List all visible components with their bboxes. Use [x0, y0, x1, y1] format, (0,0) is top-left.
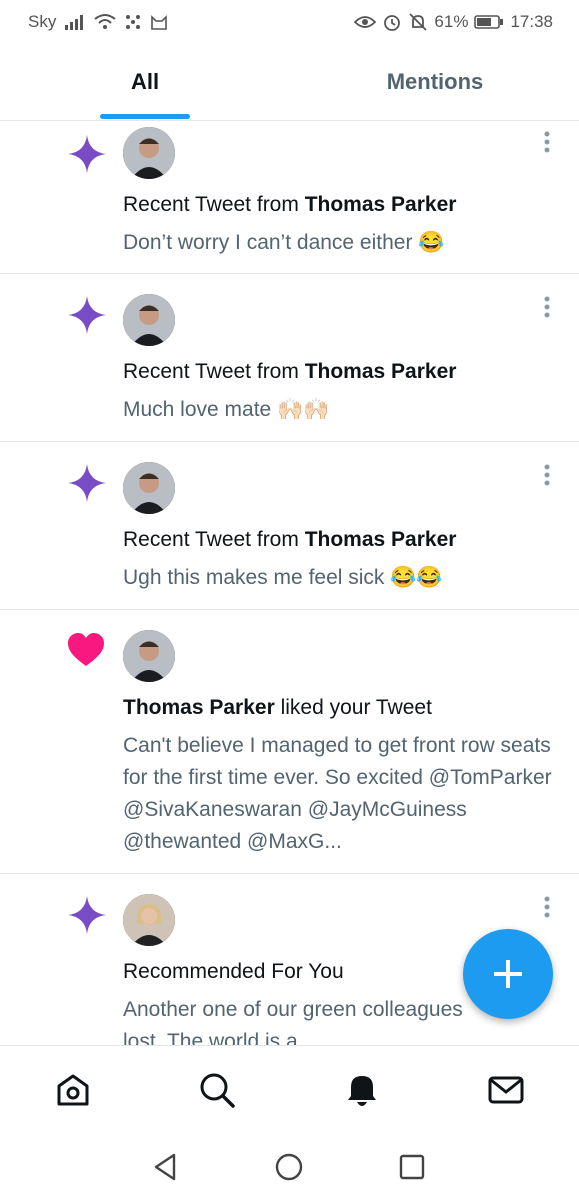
- notification-item[interactable]: Recent Tweet from Thomas Parker Much lov…: [0, 274, 579, 442]
- battery-icon: [474, 15, 504, 29]
- notification-body: Can't believe I managed to get front row…: [123, 734, 552, 853]
- more-options-icon[interactable]: [537, 129, 557, 159]
- clock: 17:38: [510, 12, 553, 31]
- sparkle-icon: [68, 464, 106, 502]
- notification-body: Another one of our green colleagues lost…: [123, 998, 463, 1045]
- avatar[interactable]: [123, 630, 175, 682]
- search-icon[interactable]: [197, 1070, 237, 1110]
- carrier-label: Sky: [28, 12, 57, 31]
- compose-tweet-button[interactable]: [463, 929, 553, 1019]
- more-options-icon[interactable]: [537, 894, 557, 924]
- notification-item[interactable]: Recent Tweet from Thomas Parker Ugh this…: [0, 442, 579, 610]
- tab-mentions[interactable]: Mentions: [320, 44, 550, 120]
- notifications-icon[interactable]: [342, 1070, 382, 1110]
- notification-body: Much love mate 🙌🏻🙌🏻: [123, 398, 330, 421]
- sparkle-icon: [68, 296, 106, 334]
- eye-icon: [354, 16, 377, 28]
- notification-title: Thomas Parker liked your Tweet: [123, 696, 432, 719]
- bottom-navigation: [0, 1045, 579, 1136]
- avatar[interactable]: [123, 294, 175, 346]
- battery-percent: 61%: [434, 12, 469, 31]
- more-options-icon[interactable]: [537, 294, 557, 324]
- notification-body: Ugh this makes me feel sick 😂😂: [123, 566, 443, 589]
- tab-all[interactable]: All: [60, 44, 230, 120]
- bell-off-icon: [409, 13, 428, 31]
- avatar[interactable]: [123, 127, 175, 179]
- status-bar: Sky 61% 17:38: [0, 0, 579, 44]
- messages-icon[interactable]: [486, 1070, 526, 1110]
- more-options-icon[interactable]: [537, 462, 557, 492]
- sparkle-icon: [68, 135, 106, 173]
- notification-item[interactable]: Thomas Parker liked your Tweet Can't bel…: [0, 610, 579, 874]
- notification-title: Recent Tweet from Thomas Parker: [123, 193, 457, 216]
- recents-icon[interactable]: [396, 1151, 428, 1183]
- signal-icon: [65, 15, 84, 30]
- notification-title: Recommended For You: [123, 960, 344, 983]
- user-name[interactable]: Thomas Parker: [305, 360, 457, 383]
- notifications-feed[interactable]: Recent Tweet from Thomas Parker Don’t wo…: [0, 121, 579, 1045]
- cat-icon: [151, 15, 168, 30]
- notification-title: Recent Tweet from Thomas Parker: [123, 360, 457, 383]
- back-icon[interactable]: [150, 1151, 182, 1183]
- notification-title: Recent Tweet from Thomas Parker: [123, 528, 457, 551]
- active-tab-indicator: [100, 114, 190, 119]
- user-name[interactable]: Thomas Parker: [123, 696, 275, 719]
- notification-item[interactable]: Recent Tweet from Thomas Parker Don’t wo…: [0, 121, 579, 274]
- home-icon[interactable]: [53, 1070, 93, 1110]
- user-name[interactable]: Thomas Parker: [305, 193, 457, 216]
- wifi-icon: [94, 14, 116, 29]
- sparkle-icon: [68, 896, 106, 934]
- notification-body: Don’t worry I can’t dance either 😂: [123, 231, 445, 254]
- home-circle-icon[interactable]: [273, 1151, 305, 1183]
- tab-bar: All Mentions: [0, 44, 579, 121]
- user-name[interactable]: Thomas Parker: [305, 528, 457, 551]
- heart-icon: [68, 633, 104, 666]
- avatar[interactable]: [123, 894, 175, 946]
- system-navigation: [0, 1135, 579, 1200]
- dots-icon: [126, 15, 141, 29]
- avatar[interactable]: [123, 462, 175, 514]
- alarm-icon: [384, 15, 401, 31]
- plus-icon: [494, 960, 522, 988]
